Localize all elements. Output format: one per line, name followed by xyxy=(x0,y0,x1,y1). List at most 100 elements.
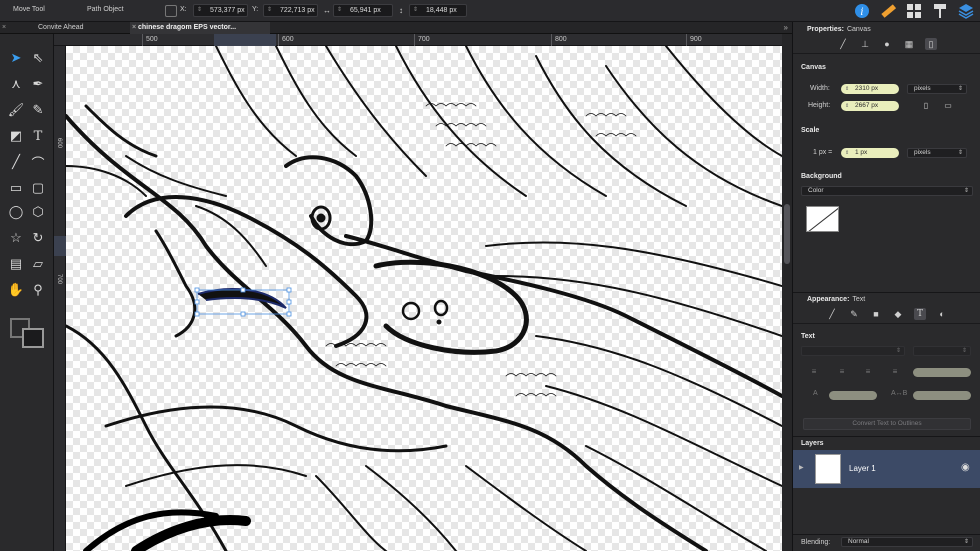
horizontal-ruler[interactable]: 500 600 700 800 900 xyxy=(54,34,782,46)
rectangle-icon[interactable]: ▭ xyxy=(6,178,26,198)
scale-label: 1 px = xyxy=(813,149,833,156)
text-tool-icon[interactable]: T xyxy=(28,126,48,146)
canvas-tab-icon[interactable]: ▯ xyxy=(925,38,937,50)
scale-unit-select[interactable]: pixels ⇕ xyxy=(907,148,967,158)
font-size-field[interactable] xyxy=(913,368,971,377)
brush-icon[interactable]: 🖌 xyxy=(6,100,26,120)
svg-text:i: i xyxy=(860,7,863,18)
blending-mode-select[interactable]: Normal ⇕ xyxy=(841,537,973,547)
width-stepper-icon[interactable]: ⇕ xyxy=(337,5,342,16)
ruler-tick: 900 xyxy=(690,36,702,43)
line-height-field[interactable] xyxy=(829,391,877,400)
fill-style-icon[interactable]: ■ xyxy=(870,308,882,320)
font-family-select[interactable]: ⇕ xyxy=(801,346,905,356)
info-icon[interactable]: i xyxy=(852,1,872,21)
x-position-field[interactable]: ⇕ 573,377 px xyxy=(193,4,248,17)
reference-point-icon[interactable] xyxy=(165,5,177,17)
layer-row[interactable]: ▶ Layer 1 ◉ xyxy=(793,450,980,488)
tab-convite-ahead[interactable]: × Convite Ahead xyxy=(0,22,130,34)
height-stepper-icon[interactable]: ⇕ xyxy=(413,5,418,16)
appearance-header: Appearance: Text xyxy=(807,296,866,303)
tool-options-bar: Move Tool Path Object X: ⇕ 573,377 px Y:… xyxy=(0,0,980,22)
x-stepper-icon[interactable]: ⇕ xyxy=(197,5,202,16)
dragon-line-art xyxy=(66,46,782,551)
stroke-color-swatch[interactable] xyxy=(22,328,44,348)
ruler-icon[interactable] xyxy=(878,1,898,21)
selection-ruler-highlight xyxy=(214,34,276,46)
layer-thumbnail xyxy=(815,454,841,484)
landscape-icon[interactable]: ▭ xyxy=(943,101,953,111)
stroke-tab-icon[interactable]: ╱ xyxy=(837,38,849,50)
effects-style-icon[interactable]: ◐ xyxy=(936,308,948,320)
y-label: Y: xyxy=(252,6,259,13)
ellipse-icon[interactable]: ◯ xyxy=(6,202,26,222)
height-label: Height: xyxy=(808,102,831,109)
spiral-icon[interactable]: ↻ xyxy=(28,228,48,248)
height-field[interactable]: ⇕ 18,448 px xyxy=(409,4,467,17)
star-icon[interactable]: ☆ xyxy=(6,228,26,248)
width-unit-select[interactable]: pixels ⇕ xyxy=(907,84,967,94)
scale-value-field[interactable]: ⇕ 1 px xyxy=(841,148,899,158)
move-tool-icon[interactable]: ➤ xyxy=(6,48,26,68)
close-icon[interactable]: × xyxy=(132,22,136,34)
pencil-icon[interactable]: ✎ xyxy=(28,100,48,120)
line-tool-icon[interactable]: ╱ xyxy=(6,152,26,172)
chevron-down-icon: ⇕ xyxy=(963,188,969,194)
hand-icon[interactable]: ✋ xyxy=(6,280,26,300)
align-center-icon[interactable]: ≡ xyxy=(837,367,847,377)
eraser-style-icon[interactable]: ◆ xyxy=(892,308,904,320)
polygon-icon[interactable]: ⬡ xyxy=(28,202,48,222)
background-section-title: Background xyxy=(801,173,842,180)
grid-tab-icon[interactable]: ▦ xyxy=(903,38,915,50)
canvas-height-field[interactable]: ⇕ 2667 px xyxy=(841,101,899,111)
direct-select-icon[interactable]: ⇖ xyxy=(28,48,48,68)
scrollbar-thumb[interactable] xyxy=(784,204,790,264)
font-style-select[interactable]: ⇕ xyxy=(913,346,971,356)
brush-style-icon[interactable]: ✎ xyxy=(848,308,860,320)
eraser-icon[interactable]: ◩ xyxy=(6,126,26,146)
canvas-width-field[interactable]: ⇕ 2310 px xyxy=(841,84,899,94)
convert-text-to-outlines-button[interactable]: Convert Text to Outlines xyxy=(803,418,971,430)
width-field[interactable]: ⇕ 65,941 px xyxy=(333,4,393,17)
y-stepper-icon[interactable]: ⇕ xyxy=(267,5,272,16)
grid-icon[interactable] xyxy=(904,1,924,21)
shear-icon[interactable]: ▱ xyxy=(28,254,48,274)
ruler-tick: 500 xyxy=(146,36,158,43)
text-style-icon[interactable]: T xyxy=(914,308,926,320)
vertical-ruler[interactable]: 600 700 xyxy=(54,46,66,551)
zoom-icon[interactable]: ⚲ xyxy=(28,280,48,300)
drawing-canvas[interactable] xyxy=(66,46,782,551)
path-object-label[interactable]: Path Object xyxy=(87,6,124,13)
eye-icon[interactable]: ◉ xyxy=(961,462,970,473)
shadow-tab-icon[interactable]: ● xyxy=(881,38,893,50)
paint-roller-icon[interactable] xyxy=(930,1,950,21)
tab-overflow-icon[interactable]: » xyxy=(784,22,788,34)
blending-label: Blending: xyxy=(801,539,831,546)
justify-icon[interactable]: ≡ xyxy=(890,367,900,377)
layers-icon[interactable] xyxy=(956,1,976,21)
line-style-icon[interactable]: ╱ xyxy=(826,308,838,320)
align-left-icon[interactable]: ≡ xyxy=(809,367,819,377)
transform-tab-icon[interactable]: ⊥ xyxy=(859,38,871,50)
disclosure-triangle-icon[interactable]: ▶ xyxy=(799,464,804,471)
tab-chinese-dragon[interactable]: × chinese dragom EPS vector... xyxy=(130,22,270,34)
background-color-swatch[interactable] xyxy=(806,206,839,232)
rounded-rect-icon[interactable]: ▢ xyxy=(28,178,48,198)
ruler-tick: 800 xyxy=(555,36,567,43)
chevron-down-icon: ⇕ xyxy=(963,539,969,545)
y-position-field[interactable]: ⇕ 722,713 px xyxy=(263,4,318,17)
ruler-tick: 600 xyxy=(282,36,294,43)
canvas-vertical-scrollbar[interactable] xyxy=(782,34,792,551)
gradient-icon[interactable]: ▤ xyxy=(6,254,26,274)
node-tool-icon[interactable]: ⋏ xyxy=(6,74,26,94)
kerning-field[interactable] xyxy=(913,391,971,400)
height-arrow-icon: ↕ xyxy=(399,6,403,15)
properties-header: Properties: Canvas xyxy=(807,26,871,33)
align-right-icon[interactable]: ≡ xyxy=(863,367,873,377)
portrait-icon[interactable]: ▯ xyxy=(921,101,931,111)
ruler-tick: 600 xyxy=(56,138,62,149)
pen-tool-icon[interactable]: ✒ xyxy=(28,74,48,94)
background-type-select[interactable]: Color ⇕ xyxy=(801,186,973,196)
close-icon[interactable]: × xyxy=(2,22,6,34)
arc-tool-icon[interactable]: ⌒ xyxy=(28,152,48,172)
